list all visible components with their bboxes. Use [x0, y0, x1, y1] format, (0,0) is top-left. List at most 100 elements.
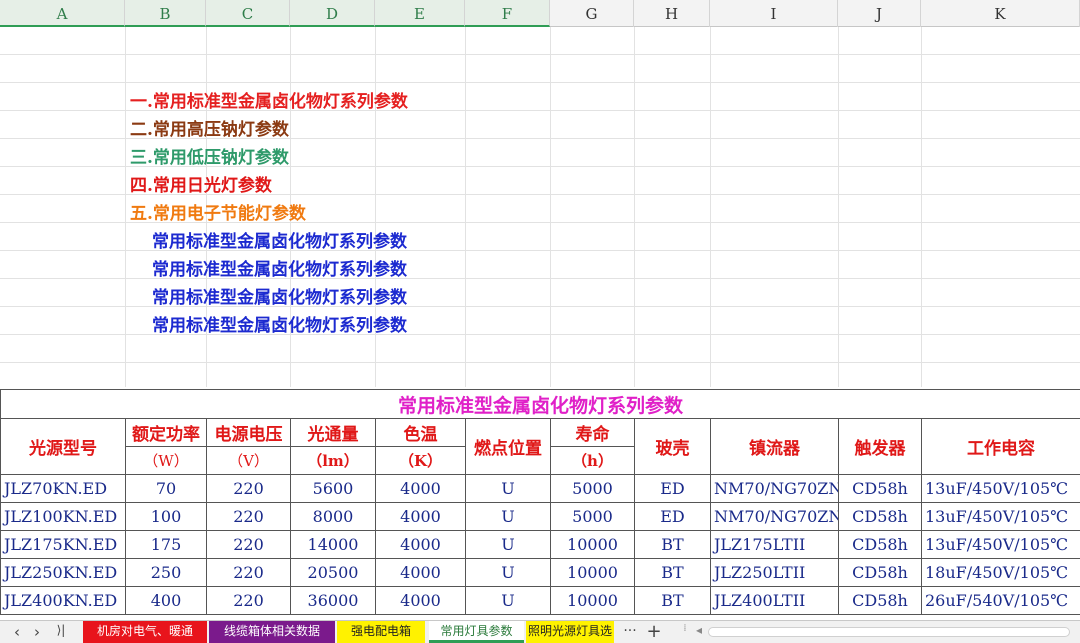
cell-color-temp[interactable]: 4000 — [375, 586, 466, 615]
column-header-i[interactable]: I — [710, 0, 838, 27]
spreadsheet-grid[interactable]: 一.常用标准型金属卤化物灯系列参数 二.常用高压钠灯参数 三.常用低压钠灯参数 … — [0, 27, 1080, 620]
cell-voltage[interactable]: 220 — [206, 586, 291, 615]
cell-position[interactable]: U — [465, 530, 551, 559]
column-header-g[interactable]: G — [550, 0, 634, 27]
last-sheet-icon[interactable]: ⟩| — [50, 623, 72, 637]
unit-voltage[interactable]: （V） — [206, 446, 291, 475]
cell-capacitor[interactable]: 13uF/450V/105℃ — [920, 474, 1080, 503]
cell-power[interactable]: 400 — [125, 586, 207, 615]
cell-power[interactable]: 250 — [125, 558, 207, 587]
header-voltage[interactable]: 电源电压 — [206, 418, 291, 447]
list-item-2[interactable]: 二.常用高压钠灯参数 — [130, 115, 289, 140]
sheet-tab-4[interactable]: 常用灯具参数 — [429, 621, 524, 643]
unit-life[interactable]: （h） — [550, 446, 635, 475]
more-sheets-icon[interactable]: ··· — [620, 623, 640, 639]
cell-capacitor[interactable]: 26uF/540V/105℃ — [920, 586, 1080, 615]
list-item-4[interactable]: 四.常用日光灯参数 — [130, 171, 272, 196]
list-item-5[interactable]: 五.常用电子节能灯参数 — [130, 199, 306, 224]
cell-power[interactable]: 175 — [125, 530, 207, 559]
cell-igniter[interactable]: CD58h — [838, 530, 922, 559]
cell-ballast[interactable]: JLZ400LTII — [710, 586, 839, 615]
list-item-8[interactable]: 常用标准型金属卤化物灯系列参数 — [152, 283, 407, 308]
cell-model[interactable]: JLZ175KN.ED — [0, 530, 126, 559]
cell-model[interactable]: JLZ250KN.ED — [0, 558, 126, 587]
cell-life[interactable]: 10000 — [550, 558, 635, 587]
list-item-3[interactable]: 三.常用低压钠灯参数 — [130, 143, 289, 168]
list-item-9[interactable]: 常用标准型金属卤化物灯系列参数 — [152, 311, 407, 336]
cell-bulb[interactable]: BT — [634, 586, 711, 615]
cell-bulb[interactable]: BT — [634, 558, 711, 587]
cell-position[interactable]: U — [465, 474, 551, 503]
cell-life[interactable]: 5000 — [550, 502, 635, 531]
column-header-d[interactable]: D — [290, 0, 375, 27]
sheet-tab-1[interactable]: 机房对电气、暖通 — [83, 621, 207, 643]
column-header-k[interactable]: K — [921, 0, 1080, 27]
column-header-e[interactable]: E — [375, 0, 465, 27]
cell-model[interactable]: JLZ100KN.ED — [0, 502, 126, 531]
header-color-temp[interactable]: 色温 — [375, 418, 466, 447]
add-sheet-icon[interactable]: + — [645, 621, 663, 642]
list-item-6[interactable]: 常用标准型金属卤化物灯系列参数 — [152, 227, 407, 252]
cell-ballast[interactable]: NM70/NG70ZNT3 — [710, 502, 839, 531]
cell-flux[interactable]: 20500 — [290, 558, 376, 587]
cell-ballast[interactable]: JLZ175LTII — [710, 530, 839, 559]
cell-bulb[interactable]: ED — [634, 502, 711, 531]
header-ignition-position[interactable]: 燃点位置 — [465, 418, 551, 475]
cell-igniter[interactable]: CD58h — [838, 474, 922, 503]
header-flux[interactable]: 光通量 — [290, 418, 376, 447]
cell-model[interactable]: JLZ400KN.ED — [0, 586, 126, 615]
cell-igniter[interactable]: CD58h — [838, 558, 922, 587]
unit-power[interactable]: （W） — [125, 446, 207, 475]
cell-color-temp[interactable]: 4000 — [375, 530, 466, 559]
next-sheet-icon[interactable]: › — [28, 623, 46, 641]
cell-flux[interactable]: 36000 — [290, 586, 376, 615]
cell-color-temp[interactable]: 4000 — [375, 558, 466, 587]
cell-position[interactable]: U — [465, 586, 551, 615]
cell-flux[interactable]: 14000 — [290, 530, 376, 559]
column-header-a[interactable]: A — [0, 0, 125, 27]
cell-bulb[interactable]: BT — [634, 530, 711, 559]
horizontal-scrollbar[interactable] — [708, 627, 1070, 637]
cell-voltage[interactable]: 220 — [206, 558, 291, 587]
cell-color-temp[interactable]: 4000 — [375, 502, 466, 531]
prev-sheet-icon[interactable]: ‹ — [8, 623, 26, 641]
sheet-tab-2[interactable]: 线缆箱体相关数据 — [209, 621, 335, 643]
cell-life[interactable]: 10000 — [550, 586, 635, 615]
cell-life[interactable]: 10000 — [550, 530, 635, 559]
column-header-h[interactable]: H — [634, 0, 710, 27]
cell-voltage[interactable]: 220 — [206, 530, 291, 559]
column-header-f[interactable]: F — [465, 0, 550, 27]
unit-color-temp[interactable]: （K） — [375, 446, 466, 475]
column-header-c[interactable]: C — [206, 0, 290, 27]
cell-position[interactable]: U — [465, 558, 551, 587]
header-capacitor[interactable]: 工作电容 — [920, 418, 1080, 475]
header-power[interactable]: 额定功率 — [125, 418, 207, 447]
column-header-b[interactable]: B — [125, 0, 206, 27]
sheet-tab-3[interactable]: 强电配电箱 — [337, 621, 425, 643]
cell-capacitor[interactable]: 18uF/450V/105℃ — [920, 558, 1080, 587]
cell-igniter[interactable]: CD58h — [838, 502, 922, 531]
cell-ballast[interactable]: JLZ250LTII — [710, 558, 839, 587]
header-source-model[interactable]: 光源型号 — [0, 418, 126, 475]
header-ballast[interactable]: 镇流器 — [710, 418, 839, 475]
cell-flux[interactable]: 8000 — [290, 502, 376, 531]
scroll-left-icon[interactable]: ◂ — [690, 623, 708, 637]
cell-bulb[interactable]: ED — [634, 474, 711, 503]
cell-color-temp[interactable]: 4000 — [375, 474, 466, 503]
unit-flux[interactable]: （lm） — [290, 446, 376, 475]
sheet-tab-5[interactable]: 照明光源灯具选 — [526, 621, 614, 643]
cell-life[interactable]: 5000 — [550, 474, 635, 503]
column-header-j[interactable]: J — [838, 0, 921, 27]
cell-flux[interactable]: 5600 — [290, 474, 376, 503]
cell-capacitor[interactable]: 13uF/450V/105℃ — [920, 530, 1080, 559]
cell-ballast[interactable]: NM70/NG70ZNT3 — [710, 474, 839, 503]
header-igniter[interactable]: 触发器 — [838, 418, 922, 475]
cell-capacitor[interactable]: 13uF/450V/105℃ — [920, 502, 1080, 531]
cell-model[interactable]: JLZ70KN.ED — [0, 474, 126, 503]
list-item-7[interactable]: 常用标准型金属卤化物灯系列参数 — [152, 255, 407, 280]
cell-power[interactable]: 70 — [125, 474, 207, 503]
header-life[interactable]: 寿命 — [550, 418, 635, 447]
cell-power[interactable]: 100 — [125, 502, 207, 531]
list-item-1[interactable]: 一.常用标准型金属卤化物灯系列参数 — [130, 87, 408, 112]
header-bulb[interactable]: 玻壳 — [634, 418, 711, 475]
